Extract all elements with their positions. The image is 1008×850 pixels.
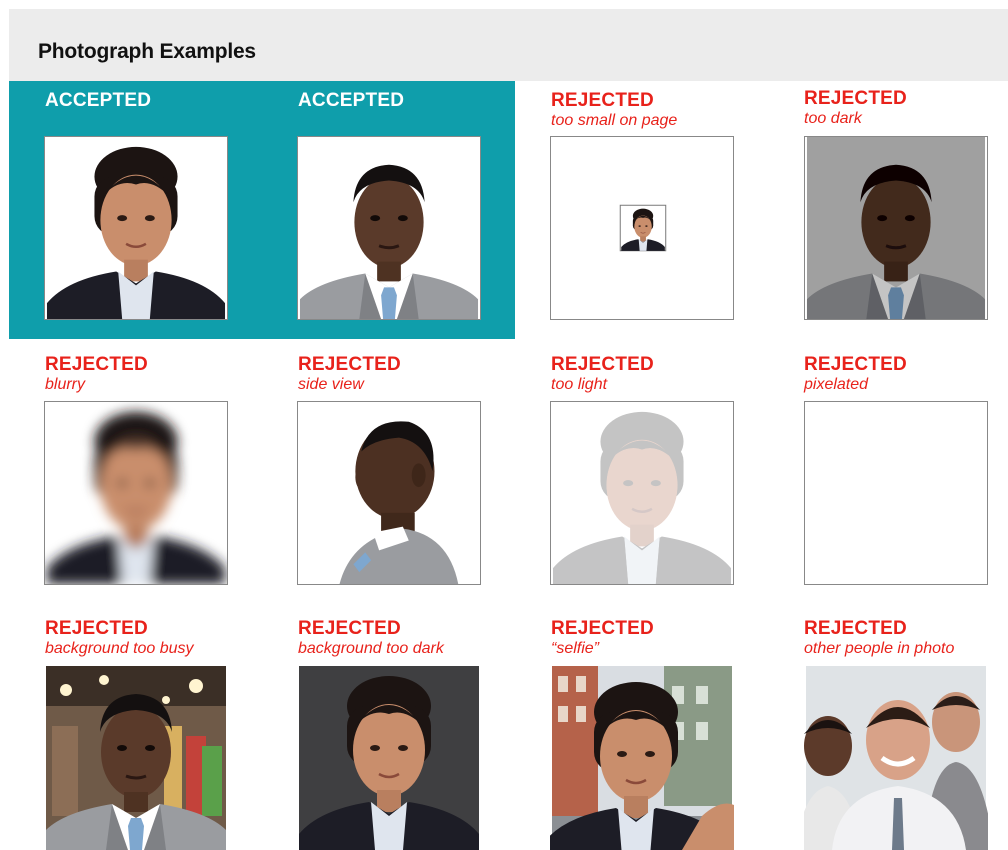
example-label-2: ACCEPTED bbox=[298, 91, 404, 111]
woman-portrait-icon bbox=[297, 666, 481, 850]
example-label-8: REJECTED pixelated bbox=[804, 355, 907, 394]
status-label: REJECTED bbox=[298, 618, 401, 639]
rejection-reason: background too dark bbox=[298, 640, 444, 657]
example-label-9: REJECTED background too busy bbox=[45, 619, 194, 658]
example-label-6: REJECTED side view bbox=[298, 355, 401, 394]
woman-portrait-icon bbox=[550, 666, 734, 850]
woman-portrait-icon bbox=[44, 136, 228, 320]
woman-portrait-icon bbox=[44, 401, 228, 585]
man-portrait-icon bbox=[297, 136, 481, 320]
rejection-reason: background too busy bbox=[45, 640, 194, 657]
rejection-reason: too dark bbox=[804, 110, 862, 127]
rejection-reason: blurry bbox=[45, 376, 86, 393]
page-title: Photograph Examples bbox=[38, 40, 256, 63]
rejection-reason: side view bbox=[298, 376, 364, 393]
status-label: REJECTED bbox=[551, 354, 654, 375]
rejection-reason: other people in photo bbox=[804, 640, 955, 657]
status-label: REJECTED bbox=[551, 90, 654, 111]
page-header: Photograph Examples bbox=[9, 9, 1008, 81]
example-label-5: REJECTED blurry bbox=[45, 355, 148, 394]
man-side-portrait-icon bbox=[297, 401, 481, 585]
rejection-reason: pixelated bbox=[804, 376, 869, 393]
example-label-10: REJECTED background too dark bbox=[298, 619, 444, 658]
example-label-4: REJECTED too dark bbox=[804, 89, 907, 128]
status-label: ACCEPTED bbox=[45, 90, 152, 111]
status-label: REJECTED bbox=[45, 354, 148, 375]
status-label: REJECTED bbox=[298, 354, 401, 375]
example-label-7: REJECTED too light bbox=[551, 355, 654, 394]
status-label: REJECTED bbox=[551, 618, 654, 639]
example-label-3: REJECTED too small on page bbox=[551, 91, 677, 130]
status-label: REJECTED bbox=[804, 88, 907, 109]
example-label-11: REJECTED “selfie” bbox=[551, 619, 654, 658]
man-portrait-icon bbox=[804, 136, 988, 320]
status-label: REJECTED bbox=[804, 354, 907, 375]
example-label-12: REJECTED other people in photo bbox=[804, 619, 954, 658]
rejection-reason: too small on page bbox=[551, 112, 678, 129]
status-label: REJECTED bbox=[45, 618, 148, 639]
woman-portrait-icon bbox=[550, 136, 734, 320]
status-label: ACCEPTED bbox=[298, 90, 405, 111]
rejection-reason: too light bbox=[551, 376, 608, 393]
woman-portrait-icon bbox=[550, 401, 734, 585]
rejection-reason: “selfie” bbox=[551, 640, 600, 657]
man-portrait-icon bbox=[44, 666, 228, 850]
example-label-1: ACCEPTED bbox=[45, 91, 151, 111]
status-label: REJECTED bbox=[804, 618, 907, 639]
man-portrait-icon bbox=[804, 401, 988, 585]
group-portrait-icon bbox=[804, 666, 988, 850]
